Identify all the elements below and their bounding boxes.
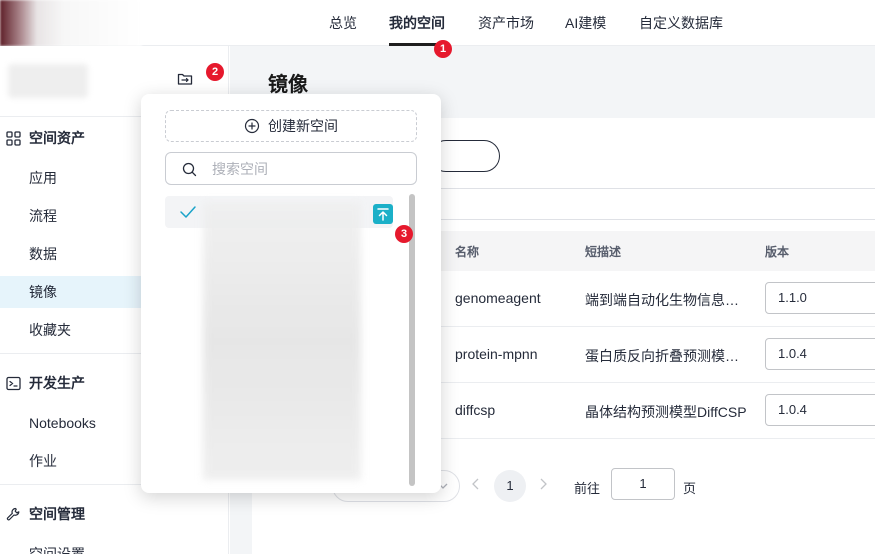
chevron-right-icon[interactable] — [537, 477, 549, 491]
create-space-button[interactable]: 创建新空间 — [165, 110, 417, 142]
step-badge-1: 1 — [434, 40, 452, 58]
goto-page-input[interactable]: 1 — [611, 468, 675, 500]
image-desc: 蛋白质反向折叠预测模… — [585, 348, 739, 364]
plus-circle-icon — [244, 118, 260, 134]
page-current[interactable]: 1 — [494, 470, 526, 502]
version-select[interactable]: 1.0.4 — [765, 338, 875, 370]
space-name-redacted — [8, 64, 88, 98]
table-row: protein-mpnn 蛋白质反向折叠预测模… 1.0.4 — [430, 327, 875, 383]
image-name[interactable]: genomeagent — [455, 290, 541, 306]
page-label: 页 — [683, 481, 697, 496]
top-navigation: 总览 我的空间 资产市场 AI建模 自定义数据库 — [0, 0, 875, 46]
version-select[interactable]: 1.1.0 — [765, 282, 875, 314]
terminal-icon — [6, 376, 21, 390]
page-title: 镜像 — [268, 74, 308, 96]
search-icon — [182, 162, 197, 177]
step-badge-3: 3 — [395, 225, 413, 243]
check-icon — [180, 206, 196, 218]
step-badge-2: 2 — [206, 63, 224, 81]
folder-switch-icon[interactable] — [177, 71, 193, 87]
table-row: genomeagent 端到端自动化生物信息… 1.1.0 — [430, 271, 875, 327]
group-space-assets-label: 空间资产 — [29, 130, 85, 146]
group-space-management: 空间管理 — [6, 504, 85, 524]
grid-icon — [6, 130, 21, 146]
group-space-management-label: 空间管理 — [29, 506, 85, 522]
filter-bar[interactable] — [430, 188, 875, 220]
nav-my-space[interactable]: 我的空间 — [389, 13, 445, 33]
space-search[interactable] — [165, 152, 417, 185]
group-dev-production-label: 开发生产 — [29, 375, 85, 391]
nav-custom-database[interactable]: 自定义数据库 — [639, 13, 723, 33]
image-name[interactable]: protein-mpnn — [455, 346, 538, 362]
header-name: 名称 — [455, 245, 480, 259]
space-search-input[interactable] — [212, 159, 402, 179]
wrench-icon — [6, 507, 20, 520]
version-select[interactable]: 1.0.4 — [765, 394, 875, 426]
image-name[interactable]: diffcsp — [455, 402, 495, 418]
image-desc: 晶体结构预测模型DiffCSP — [585, 404, 747, 420]
sidebar-item-space-settings[interactable]: 空间设置 — [0, 538, 229, 554]
nav-overview[interactable]: 总览 — [329, 13, 357, 33]
header-version: 版本 — [765, 245, 790, 259]
group-space-assets: 空间资产 — [6, 128, 85, 148]
logo — [0, 0, 142, 46]
create-space-label: 创建新空间 — [268, 118, 338, 134]
image-desc: 端到端自动化生物信息… — [585, 292, 739, 308]
space-switch-dropdown: 创建新空间 — [141, 94, 441, 493]
pin-to-top-icon[interactable] — [373, 204, 393, 224]
nav-ai-modeling[interactable]: AI建模 — [565, 13, 606, 33]
goto-label: 前往 — [574, 481, 601, 496]
group-dev-production: 开发生产 — [6, 373, 85, 393]
chevron-left-icon[interactable] — [470, 477, 482, 491]
space-list-redacted — [203, 202, 361, 480]
table-row: diffcsp 晶体结构预测模型DiffCSP 1.0.4 — [430, 383, 875, 439]
header-short-desc: 短描述 — [585, 245, 622, 259]
table-header: 名称 短描述 版本 — [430, 231, 875, 271]
nav-asset-market[interactable]: 资产市场 — [478, 13, 534, 33]
